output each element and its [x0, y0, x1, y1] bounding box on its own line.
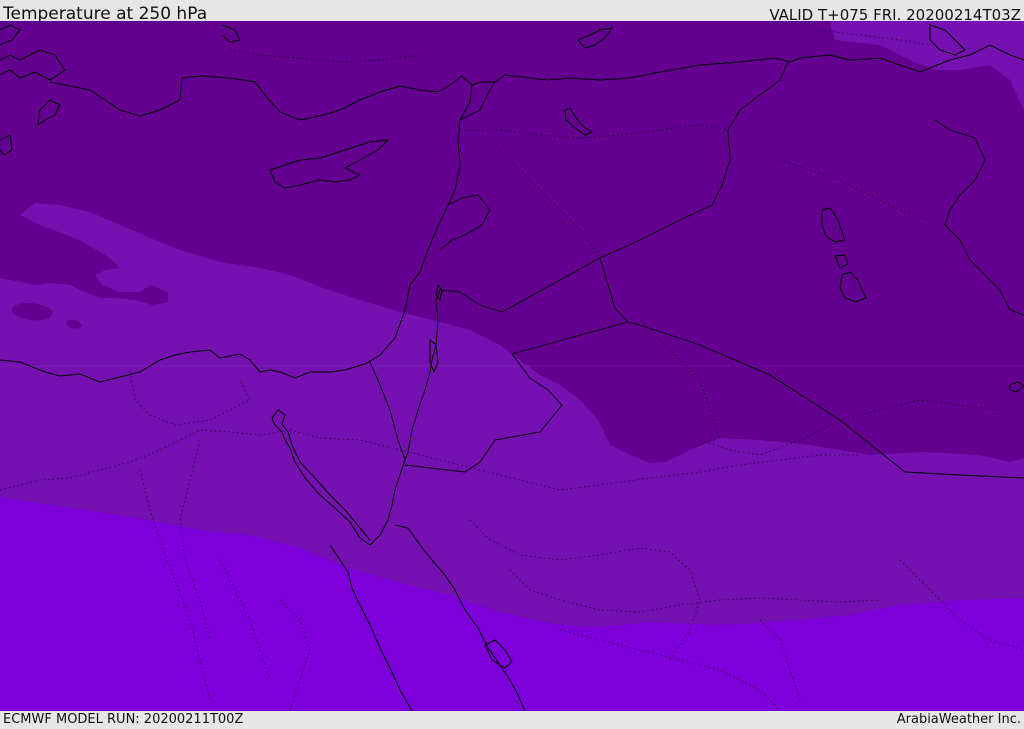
model-run-label: ECMWF MODEL RUN: 20200211T00Z — [3, 712, 244, 727]
credit-label: ArabiaWeather Inc. — [896, 712, 1021, 727]
header-bar: Temperature at 250 hPa VALID T+075 FRI. … — [0, 0, 1024, 24]
footer-bar: ECMWF MODEL RUN: 20200211T00Z ArabiaWeat… — [0, 711, 1024, 729]
weather-map[interactable] — [0, 21, 1024, 711]
map-canvas — [0, 21, 1024, 711]
